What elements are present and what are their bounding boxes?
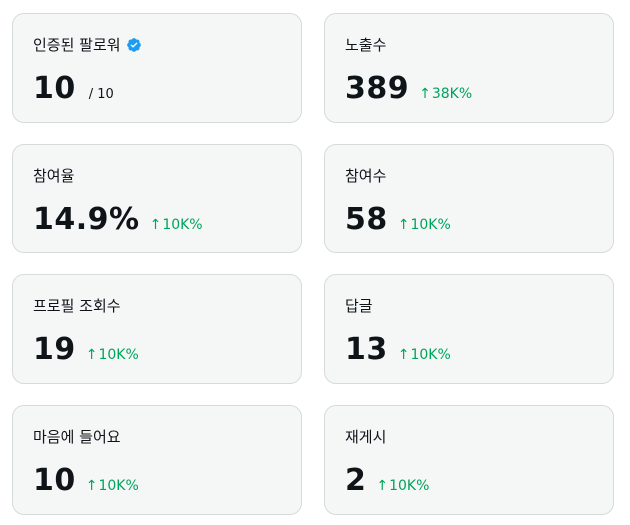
- profile-visits-card[interactable]: 프로필 조회수 19 ↑ 10K%: [12, 274, 302, 384]
- card-value-row: 14.9% ↑ 10K%: [33, 202, 203, 238]
- card-delta: ↑ 10K%: [398, 217, 451, 233]
- card-title: 마음에 들어요: [33, 428, 121, 446]
- card-delta: ↑ 10K%: [398, 347, 451, 363]
- engagements-card[interactable]: 참여수 58 ↑ 10K%: [324, 144, 614, 253]
- replies-card[interactable]: 답글 13 ↑ 10K%: [324, 274, 614, 384]
- card-value: 13: [345, 332, 388, 367]
- verified-followers-card[interactable]: 인증된 팔로워 10 / 10: [12, 13, 302, 123]
- reposts-card[interactable]: 재게시 2 ↑ 10K%: [324, 405, 614, 515]
- card-delta-value: 10K%: [410, 217, 451, 233]
- card-value: 58: [345, 202, 388, 237]
- card-delta-value: 38K%: [431, 86, 473, 102]
- card-title-text: 참여율: [33, 167, 75, 185]
- card-value: 389: [345, 71, 410, 106]
- card-value-row: 10 ↑ 10K%: [33, 463, 139, 499]
- arrow-up-icon: ↑: [376, 478, 389, 494]
- engagement-rate-card[interactable]: 참여율 14.9% ↑ 10K%: [12, 144, 302, 253]
- card-delta-value: 10K%: [389, 478, 430, 494]
- impressions-card[interactable]: 노출수 389 ↑ 38K%: [324, 13, 614, 123]
- card-title-text: 마음에 들어요: [33, 428, 121, 446]
- card-title-text: 인증된 팔로워: [33, 36, 121, 54]
- card-delta: ↑ 10K%: [150, 217, 203, 233]
- card-delta: ↑ 10K%: [86, 478, 139, 494]
- card-delta: ↑ 10K%: [376, 478, 429, 494]
- card-delta-value: 10K%: [410, 347, 451, 363]
- card-value: 10: [33, 463, 76, 498]
- card-title: 프로필 조회수: [33, 297, 121, 315]
- card-delta: ↑ 10K%: [86, 347, 139, 363]
- card-title: 노출수: [345, 36, 386, 54]
- card-value: 14.9%: [33, 202, 140, 237]
- card-delta-value: 10K%: [162, 217, 203, 233]
- card-value: 19: [33, 332, 76, 367]
- arrow-up-icon: ↑: [85, 478, 98, 494]
- card-title: 재게시: [345, 428, 386, 446]
- card-title: 답글: [345, 297, 373, 315]
- arrow-up-icon: ↑: [419, 86, 431, 102]
- card-value-row: 13 ↑ 10K%: [345, 332, 451, 368]
- card-title-text: 답글: [345, 297, 373, 315]
- arrow-up-icon: ↑: [149, 217, 162, 233]
- card-title-text: 재게시: [345, 428, 387, 446]
- card-title-text: 참여수: [345, 167, 387, 185]
- card-title-text: 프로필 조회수: [33, 297, 121, 315]
- card-value-row: 2 ↑ 10K%: [345, 463, 429, 499]
- card-value-total: / 10: [88, 87, 114, 102]
- card-value-row: 58 ↑ 10K%: [345, 202, 451, 238]
- card-title: 인증된 팔로워: [33, 36, 142, 54]
- card-title-text: 노출수: [345, 36, 387, 54]
- card-title: 참여수: [345, 167, 386, 185]
- metrics-grid: 인증된 팔로워 10 / 10 노출수 389 ↑38K% 참여율 14.9%: [12, 13, 614, 515]
- card-value-row: 389 ↑ 38K%: [345, 71, 472, 107]
- card-value-row: 10 / 10: [33, 71, 114, 107]
- card-delta: ↑ 38K%: [419, 86, 472, 102]
- card-value: 10: [33, 71, 76, 106]
- arrow-up-icon: ↑: [85, 347, 98, 363]
- card-title: 참여율: [33, 167, 74, 185]
- card-value: 2: [345, 463, 367, 498]
- card-value-row: 19 ↑ 10K%: [33, 332, 139, 368]
- likes-card[interactable]: 마음에 들어요 10 ↑ 10K%: [12, 405, 302, 515]
- arrow-up-icon: ↑: [397, 347, 410, 363]
- card-delta-value: 10K%: [98, 478, 139, 494]
- card-delta-value: 10K%: [98, 347, 139, 363]
- arrow-up-icon: ↑: [397, 217, 410, 233]
- verified-badge-icon: [126, 38, 141, 52]
